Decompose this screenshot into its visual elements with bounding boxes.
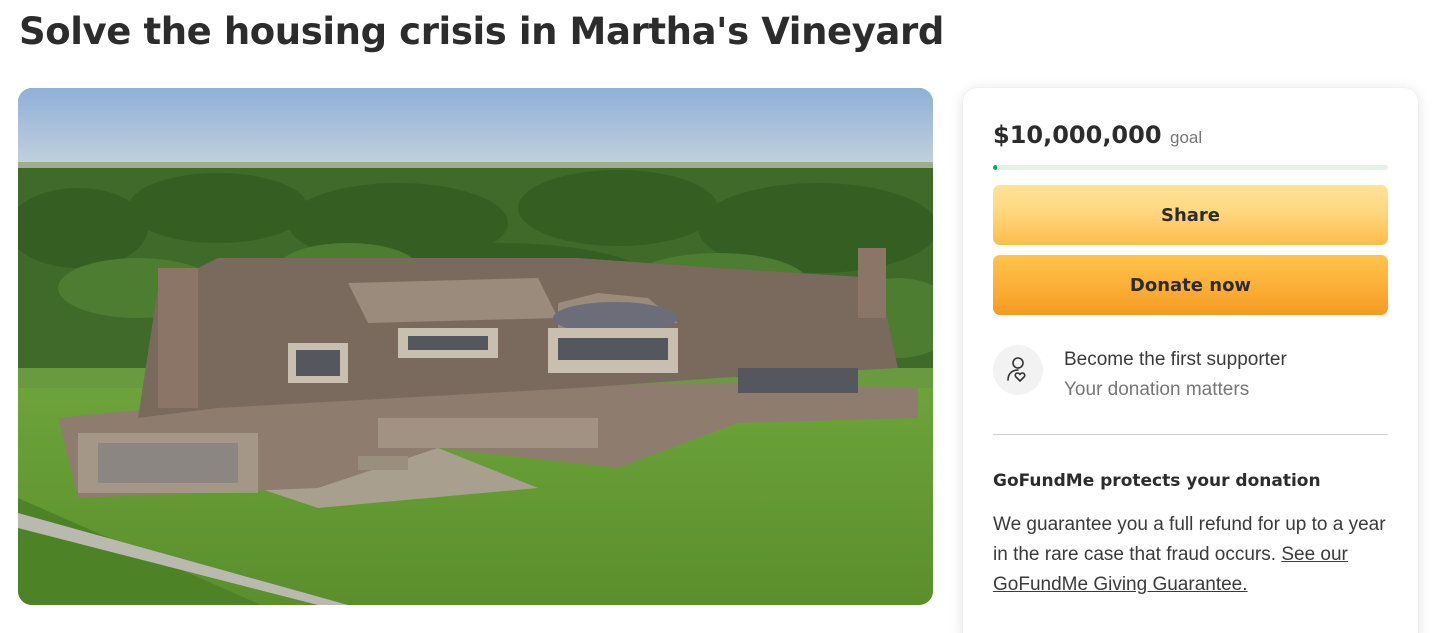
share-button-label: Share xyxy=(1160,204,1220,226)
donate-now-button[interactable]: Donate now xyxy=(993,255,1388,315)
progress-bar xyxy=(993,165,1388,170)
supporter-title: Become the first supporter xyxy=(1064,349,1287,370)
heart-person-icon xyxy=(993,345,1043,395)
donate-now-button-label: Donate now xyxy=(1129,274,1252,296)
house-photo-illustration xyxy=(18,88,933,605)
page-title: Solve the housing crisis in Martha's Vin… xyxy=(19,10,944,53)
share-button[interactable]: Share xyxy=(993,185,1388,245)
divider xyxy=(993,434,1388,435)
goal-amount: $10,000,000 xyxy=(993,121,1162,149)
progress-bar-fill xyxy=(993,165,997,170)
protection-title: GoFundMe protects your donation xyxy=(993,471,1321,491)
protection-text-block: We guarantee you a full refund for up to… xyxy=(993,510,1393,600)
goal-summary: $10,000,000 goal xyxy=(993,121,1202,149)
supporter-subtitle: Your donation matters xyxy=(1064,379,1250,400)
hero-house-photo xyxy=(18,88,933,605)
goal-label: goal xyxy=(1169,128,1203,147)
donation-card: $10,000,000 goal Share Donate now Become… xyxy=(963,88,1418,633)
